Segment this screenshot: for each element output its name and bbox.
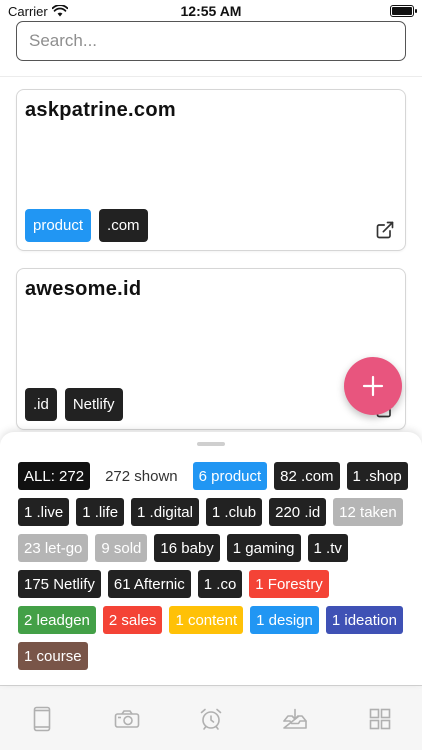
card-tags: .id Netlify [25,388,123,421]
filter-chip[interactable]: ALL: 272 [18,462,91,490]
status-left: Carrier [8,4,68,19]
filter-chip[interactable]: 1 ideation [325,606,403,634]
filter-chip[interactable]: 1 .shop [346,462,408,490]
filter-chip[interactable]: 82 .com [274,462,340,490]
tab-bar [0,685,422,750]
filter-chip[interactable]: 1 gaming [226,534,301,562]
status-bar: Carrier 12:55 AM [0,0,422,22]
tag-chip[interactable]: .com [99,209,148,242]
filter-chip[interactable]: 272 shown [97,462,186,490]
camera-icon [114,710,139,728]
filter-chip[interactable]: 6 product [192,462,268,490]
domain-title: askpatrine.com [25,99,176,121]
grid-icon [369,708,391,730]
domain-card[interactable]: awesome.id .id Netlify [16,268,406,430]
filter-chip[interactable]: 1 .digital [131,498,199,526]
filter-chip[interactable]: 16 baby [154,534,220,562]
sheet-drag-handle[interactable] [197,442,225,446]
tag-chip[interactable]: product [25,209,92,242]
filter-chip[interactable]: 23 let-go [18,534,89,562]
filter-chip[interactable]: 61 Afternic [107,570,191,598]
tab-camera[interactable] [107,704,147,734]
filter-sheet: ALL: 272 272 shown 6 product 82 .com 1 .shop… [0,432,422,685]
card-tags: product .com [25,209,148,242]
filter-chip[interactable]: 1 .life [76,498,125,526]
header-divider [0,76,422,77]
filter-chip[interactable]: 1 design [250,606,319,634]
wifi-icon [51,5,68,17]
filter-chip[interactable]: 1 .co [197,570,243,598]
filter-chip[interactable]: 12 taken [333,498,403,526]
search-input[interactable] [16,21,406,61]
domain-title: awesome.id [25,278,142,300]
filter-chip[interactable]: 1 .tv [307,534,348,562]
filter-chip[interactable]: 2 leadgen [18,606,96,634]
tab-download[interactable] [275,704,315,734]
filter-chip-list: ALL: 272 272 shown 6 product 82 .com 1 .shop… [18,462,413,670]
external-link-icon[interactable] [375,220,395,240]
tab-phone[interactable] [22,704,62,734]
filter-chip[interactable]: 2 sales [102,606,163,634]
carrier-label: Carrier [8,3,48,19]
filter-chip[interactable]: 1 Forestry [249,570,329,598]
add-domain-button[interactable] [344,357,402,415]
tab-grid[interactable] [360,704,400,734]
filter-chip[interactable]: 9 sold [95,534,148,562]
tag-chip[interactable]: .id [25,388,57,421]
search-bar [16,21,406,61]
filter-chip[interactable]: 175 Netlify [18,570,101,598]
inbox-download-icon [283,708,308,729]
filter-chip[interactable]: 1 .club [205,498,263,526]
filter-chip[interactable]: 220 .id [269,498,327,526]
phone-icon [33,706,51,732]
filter-chip[interactable]: 1 .live [18,498,70,526]
domain-card[interactable]: askpatrine.com product .com [16,89,406,251]
tab-alarm[interactable] [191,704,231,734]
filter-chip[interactable]: 1 course [18,642,88,670]
alarm-clock-icon [200,708,222,730]
filter-chip[interactable]: 1 content [169,606,244,634]
plus-icon [362,375,384,397]
tag-chip[interactable]: Netlify [64,388,123,421]
battery-icon [390,5,417,17]
